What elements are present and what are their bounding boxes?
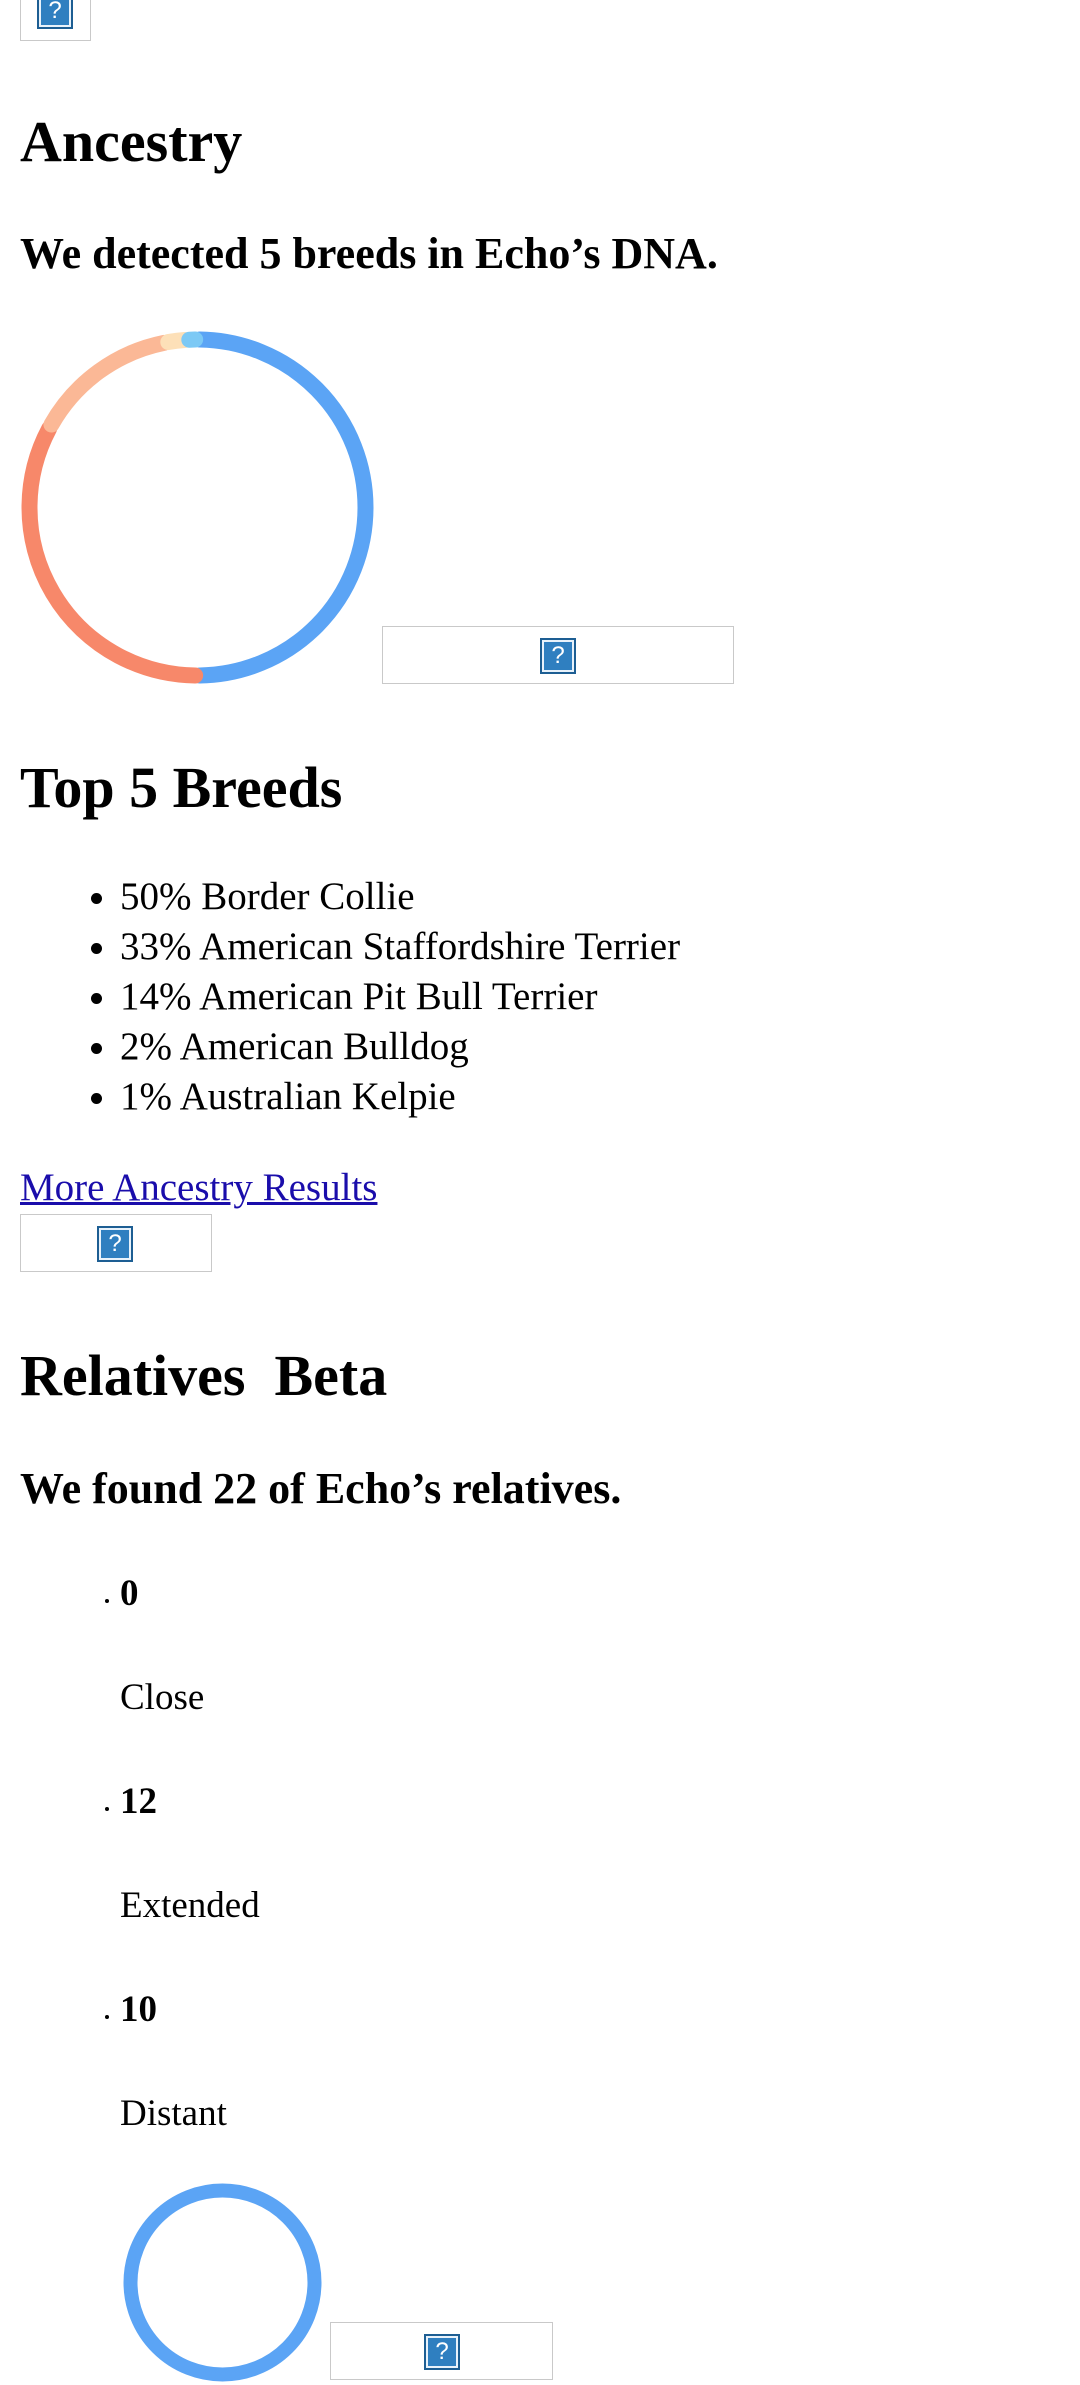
- relatives-ring-chart: [120, 2180, 325, 2385]
- broken-image-icon: ?: [97, 1226, 133, 1262]
- relatives-ring: [131, 2191, 315, 2375]
- relative-label: Extended: [120, 1887, 1020, 1991]
- broken-image-icon: ?: [540, 638, 576, 674]
- relative-group-close: 0 Close: [120, 1575, 1020, 1783]
- broken-image-icon: ?: [37, 0, 73, 29]
- breed-item: 1% Australian Kelpie: [120, 1072, 1020, 1122]
- relative-count: 10: [120, 1991, 1020, 2095]
- relative-group-distant: 10 Distant: [120, 1991, 1020, 2199]
- relatives-title: Relatives Beta: [20, 1347, 387, 1405]
- relative-count: 12: [120, 1783, 1020, 1887]
- breed-item: 14% American Pit Bull Terrier: [120, 972, 1020, 1022]
- relative-label: Close: [120, 1679, 1020, 1783]
- breed-item: 2% American Bulldog: [120, 1022, 1020, 1072]
- broken-image-icon: ?: [424, 2334, 460, 2370]
- top-breeds-list: 50% Border Collie 33% American Staffords…: [20, 872, 1020, 1122]
- ancestry-donut-chart: [20, 330, 375, 685]
- broken-image-chart-legend: ?: [382, 626, 734, 684]
- breed-item: 50% Border Collie: [120, 872, 1020, 922]
- ancestry-summary: We detected 5 breeds in Echo’s DNA.: [20, 232, 718, 276]
- top-breeds-title: Top 5 Breeds: [20, 759, 342, 817]
- broken-image-relatives: ?: [330, 2322, 553, 2380]
- breed-item: 33% American Staffordshire Terrier: [120, 922, 1020, 972]
- relative-count: 0: [120, 1575, 1020, 1679]
- broken-image-top: ?: [20, 0, 91, 41]
- ancestry-title: Ancestry: [20, 113, 242, 171]
- relatives-groups-list: 0 Close 12 Extended 10 Distant: [20, 1575, 1020, 2199]
- donut-segment-american-staffordshire-terrier: [30, 429, 196, 676]
- donut-segment-american-pit-bull-terrier: [51, 343, 163, 425]
- more-ancestry-results-link[interactable]: More Ancestry Results: [20, 1165, 377, 1210]
- broken-image-more-results: ?: [20, 1214, 212, 1272]
- relatives-summary: We found 22 of Echo’s relatives.: [20, 1467, 621, 1511]
- donut-segment-border-collie: [200, 340, 366, 676]
- relative-group-extended: 12 Extended: [120, 1783, 1020, 1991]
